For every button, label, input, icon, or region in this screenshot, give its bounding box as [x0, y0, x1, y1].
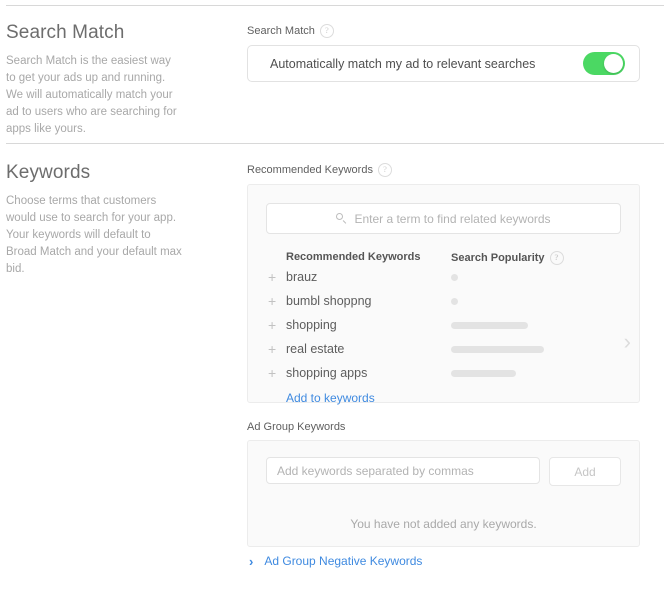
add-keywords-button[interactable]: Add [549, 457, 621, 486]
search-match-control-column: Search Match ? Automatically match my ad… [247, 24, 640, 82]
settings-page: Search Match Search Match is the easiest… [0, 0, 672, 590]
keyword-name: bumbl shoppng [286, 294, 372, 308]
keywords-heading: Keywords [6, 162, 91, 183]
search-match-option-box: Automatically match my ad to relevant se… [247, 45, 640, 82]
recommended-keywords-panel: Enter a term to find related keywords Re… [247, 184, 640, 405]
ad-group-negative-keywords-label: Ad Group Negative Keywords [264, 554, 423, 568]
search-popularity-bar [451, 273, 458, 281]
ad-group-keywords-field-label: Ad Group Keywords [247, 421, 640, 433]
keyword-search-input[interactable]: Enter a term to find related keywords [266, 203, 621, 234]
add-keyword-plus-icon[interactable]: + [266, 342, 286, 356]
recommended-keywords-column: Recommended Keywords ? Enter a term to f… [247, 163, 640, 405]
ad-group-keywords-label-text: Ad Group Keywords [247, 421, 346, 433]
search-popularity-bar [451, 321, 528, 329]
help-icon[interactable]: ? [377, 163, 392, 177]
ad-group-keywords-input-row: Add keywords separated by commas Add [266, 457, 621, 486]
add-keyword-plus-icon[interactable]: + [266, 318, 286, 332]
keyword-row[interactable]: + bumbl shoppng [266, 289, 621, 313]
search-match-heading: Search Match [6, 22, 125, 43]
search-match-description-column: Search Match Search Match is the easiest… [6, 22, 182, 138]
add-keyword-plus-icon[interactable]: + [266, 366, 286, 380]
keyword-name: brauz [286, 270, 318, 284]
ad-group-keywords-column: Ad Group Keywords Add keywords separated… [247, 421, 640, 547]
recommended-keywords-label-text: Recommended Keywords [247, 164, 373, 176]
search-popularity-indicator [451, 345, 544, 353]
keywords-table-header: Recommended Keywords Search Popularity ? [266, 251, 621, 265]
search-popularity-bar [451, 297, 458, 305]
add-keyword-plus-icon[interactable]: + [266, 294, 286, 308]
toggle-knob [604, 54, 623, 73]
search-popularity-indicator [451, 297, 458, 305]
search-match-field-label: Search Match ? [247, 24, 640, 38]
column-header-popularity: Search Popularity ? [451, 251, 564, 265]
add-to-keywords-link[interactable]: Add to keywords [266, 391, 375, 405]
help-icon[interactable]: ? [319, 24, 334, 38]
recommended-keywords-field-label: Recommended Keywords ? [247, 163, 640, 177]
top-divider [6, 5, 664, 6]
chevron-right-icon: › [249, 553, 254, 569]
keyword-row[interactable]: + shopping [266, 313, 621, 337]
search-popularity-indicator [451, 321, 528, 329]
search-popularity-indicator [451, 273, 458, 281]
keyword-name: shopping [286, 318, 337, 332]
ad-group-negative-keywords-row[interactable]: › Ad Group Negative Keywords [247, 554, 640, 568]
search-popularity-bar [451, 369, 516, 377]
column-header-keyword: Recommended Keywords [286, 251, 421, 263]
search-match-description: Search Match is the easiest way to get y… [6, 55, 177, 135]
search-match-label-text: Search Match [247, 25, 315, 37]
keyword-row[interactable]: + shopping apps [266, 361, 621, 385]
next-page-chevron-icon[interactable]: › [624, 331, 631, 353]
keyword-name: real estate [286, 342, 345, 356]
ad-group-keywords-empty-message: You have not added any keywords. [350, 517, 537, 531]
keywords-table-body: + brauz + bumbl shoppng + shopping + real estat… [266, 265, 621, 385]
keyword-row[interactable]: + real estate [266, 337, 621, 361]
keywords-description: Choose terms that customers would use to… [6, 195, 182, 275]
keyword-row[interactable]: + brauz [266, 265, 621, 289]
search-icon [336, 213, 347, 224]
column-header-popularity-text: Search Popularity [451, 252, 545, 264]
keyword-name: shopping apps [286, 366, 368, 380]
keywords-description-column: Keywords Choose terms that customers wou… [6, 162, 182, 278]
search-match-toggle[interactable] [583, 52, 625, 75]
search-popularity-bar [451, 345, 544, 353]
section-divider [6, 143, 664, 144]
ad-group-negative-keywords-link[interactable]: › Ad Group Negative Keywords [247, 554, 640, 568]
search-match-option-label: Automatically match my ad to relevant se… [270, 56, 536, 71]
ad-group-keywords-input[interactable]: Add keywords separated by commas [266, 457, 540, 484]
keyword-search-placeholder: Enter a term to find related keywords [354, 211, 551, 226]
help-icon[interactable]: ? [549, 251, 564, 265]
add-keyword-plus-icon[interactable]: + [266, 270, 286, 284]
ad-group-keywords-panel: Add keywords separated by commas Add You… [247, 440, 640, 547]
ad-group-keywords-placeholder: Add keywords separated by commas [277, 463, 474, 478]
search-popularity-indicator [451, 369, 516, 377]
